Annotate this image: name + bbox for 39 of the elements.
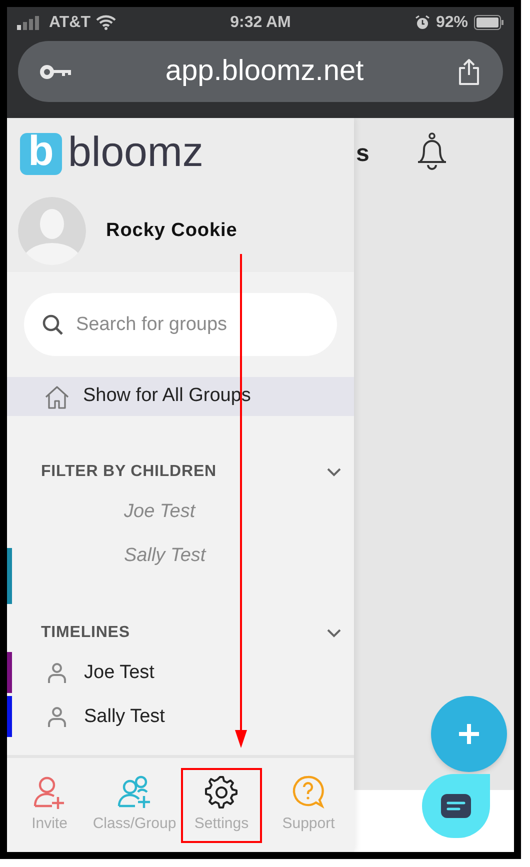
clock-text: 9:32 AM [230,14,291,30]
child-filter-item[interactable]: Sally Test [124,542,206,570]
section-heading: FILTER BY CHILDREN [41,462,218,482]
battery-text: 92% [436,12,468,32]
nav-group-button[interactable]: Class/Group [92,768,177,843]
battery-icon [474,15,504,30]
nav-support-button[interactable]: Support [266,768,351,843]
home-icon [44,384,70,408]
person-icon [47,662,67,684]
avatar-icon [18,197,86,265]
wifi-icon [96,15,116,30]
url-text: app.bloomz.net [164,54,365,89]
settings-icon [204,775,239,810]
chat-icon [441,794,471,818]
alarm-icon [414,15,430,30]
person-icon [47,706,67,728]
address-bar[interactable]: app.bloomz.net [18,41,503,102]
search-field[interactable]: Search for groups [24,293,337,356]
section-heading: TIMELINES [41,623,131,643]
key-icon [40,64,72,80]
logo-mark: b [20,133,62,175]
add-people-icon [117,775,152,810]
search-icon [42,314,64,336]
nav-invite-button[interactable]: Invite [7,768,92,843]
help-bubble-icon [291,775,326,810]
page-title-text: s [356,139,370,169]
notification-bell-icon[interactable] [416,131,448,171]
carrier-text: AT&T [49,12,90,32]
chevron-icon[interactable] [326,628,342,638]
share-icon[interactable] [457,58,481,86]
add-person-icon [32,775,67,810]
timeline-item[interactable]: Sally Test [84,702,165,732]
timeline-item[interactable]: Joe Test [84,658,154,688]
nav-settings-button[interactable]: Settings [181,768,262,843]
chevron-icon[interactable] [326,467,342,477]
child-filter-item[interactable]: Joe Test [124,498,196,526]
profile-name: Rocky Cookie [106,218,238,243]
logo-wordmark: bloomz [68,131,204,177]
plus-icon [458,723,480,745]
